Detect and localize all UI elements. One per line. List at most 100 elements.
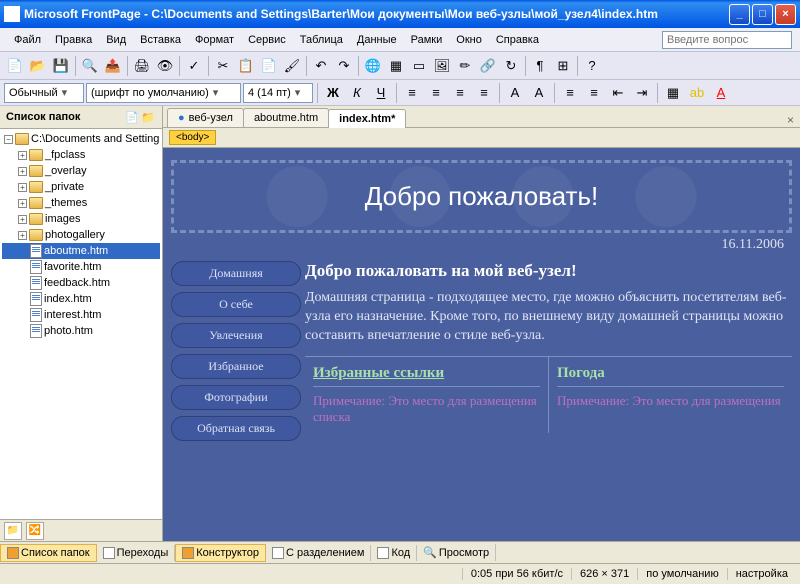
print-button[interactable]: 🖨	[131, 55, 153, 77]
formatting-toolbar: Обычный (шрифт по умолчанию) 4 (14 пт) Ж…	[0, 80, 800, 106]
underline-button[interactable]: Ч	[370, 82, 392, 104]
bold-button[interactable]: Ж	[322, 82, 344, 104]
menu-format[interactable]: Формат	[189, 32, 240, 48]
banner[interactable]: Добро пожаловать!	[171, 160, 792, 233]
show-all-button[interactable]: ¶	[529, 55, 551, 77]
web-component-button[interactable]: 🌐	[362, 55, 384, 77]
navigation-view-button[interactable]: 🔀	[26, 522, 44, 540]
view-preview[interactable]: 🔍Просмотр	[417, 544, 496, 561]
tag-breadcrumb: <body>	[163, 128, 800, 148]
help-search-input[interactable]	[662, 31, 792, 49]
paste-button[interactable]: 📄	[258, 55, 280, 77]
tab-close-button[interactable]: ×	[781, 113, 800, 127]
spell-button[interactable]: ✓	[183, 55, 205, 77]
weather-heading: Погода	[557, 365, 784, 382]
hyperlink-button[interactable]: 🔗	[477, 55, 499, 77]
preview-button[interactable]: 👁	[154, 55, 176, 77]
new-folder-icon[interactable]: 📁	[140, 109, 156, 125]
file-icon	[30, 244, 42, 258]
nav-about[interactable]: О себе	[171, 292, 301, 317]
copy-button[interactable]: 📋	[235, 55, 257, 77]
numbered-list-button[interactable]: ≡	[559, 82, 581, 104]
menu-view[interactable]: Вид	[100, 32, 132, 48]
menu-help[interactable]: Справка	[490, 32, 545, 48]
undo-button[interactable]: ↶	[310, 55, 332, 77]
nav-home[interactable]: Домашняя	[171, 261, 301, 286]
folder-icon	[29, 149, 43, 161]
tab-website[interactable]: ●веб-узел	[167, 108, 244, 127]
view-split[interactable]: С разделением	[266, 545, 372, 561]
save-button[interactable]: 💾	[50, 55, 72, 77]
minimize-button[interactable]: _	[729, 4, 750, 25]
folder-icon	[29, 165, 43, 177]
align-left-button[interactable]: ≡	[401, 82, 423, 104]
view-switcher: Список папок Переходы Конструктор С разд…	[0, 541, 800, 563]
layer-button[interactable]: ▭	[408, 55, 430, 77]
folder-icon	[29, 229, 43, 241]
design-canvas[interactable]: Добро пожаловать! 16.11.2006 Домашняя О …	[163, 148, 800, 541]
file-icon	[30, 292, 42, 306]
view-folder-list[interactable]: Список папок	[0, 544, 97, 562]
align-center-button[interactable]: ≡	[425, 82, 447, 104]
justify-button[interactable]: ≡	[473, 82, 495, 104]
maximize-button[interactable]: □	[752, 4, 773, 25]
table-button[interactable]: ▦	[385, 55, 407, 77]
menu-data[interactable]: Данные	[351, 32, 403, 48]
style-combo[interactable]: Обычный	[4, 83, 84, 103]
new-page-icon[interactable]: 📄	[124, 109, 140, 125]
view-design[interactable]: Конструктор	[175, 544, 266, 562]
decrease-font-button[interactable]: A	[528, 82, 550, 104]
highlight-button[interactable]: ab	[686, 82, 708, 104]
align-right-button[interactable]: ≡	[449, 82, 471, 104]
folder-tree[interactable]: −C:\Documents and Setting +_fpclass +_ov…	[0, 129, 162, 519]
menu-file[interactable]: Файл	[8, 32, 47, 48]
search-button[interactable]: 🔍	[79, 55, 101, 77]
italic-button[interactable]: К	[346, 82, 368, 104]
nav-interests[interactable]: Увлечения	[171, 323, 301, 348]
menu-table[interactable]: Таблица	[294, 32, 349, 48]
increase-indent-button[interactable]: ⇥	[631, 82, 653, 104]
favorites-heading[interactable]: Избранные ссылки	[313, 365, 540, 382]
redo-button[interactable]: ↷	[333, 55, 355, 77]
nav-feedback[interactable]: Обратная связь	[171, 416, 301, 441]
font-combo[interactable]: (шрифт по умолчанию)	[86, 83, 241, 103]
menu-window[interactable]: Окно	[450, 32, 488, 48]
menu-frames[interactable]: Рамки	[405, 32, 449, 48]
bulleted-list-button[interactable]: ≡	[583, 82, 605, 104]
menu-edit[interactable]: Правка	[49, 32, 98, 48]
borders-button[interactable]: ▦	[662, 82, 684, 104]
close-button[interactable]: ×	[775, 4, 796, 25]
open-button[interactable]: 📂	[27, 55, 49, 77]
nav-photos[interactable]: Фотографии	[171, 385, 301, 410]
refresh-button[interactable]: ↻	[500, 55, 522, 77]
sidebar-view-switch: 📁 🔀	[0, 519, 162, 541]
size-combo[interactable]: 4 (14 пт)	[243, 83, 313, 103]
new-button[interactable]: 📄	[4, 55, 26, 77]
body-tag[interactable]: <body>	[169, 130, 216, 145]
decrease-indent-button[interactable]: ⇤	[607, 82, 629, 104]
tab-aboutme[interactable]: aboutme.htm	[243, 108, 329, 127]
drawing-button[interactable]: ✏	[454, 55, 476, 77]
picture-button[interactable]: 🖼	[431, 55, 453, 77]
cut-button[interactable]: ✂	[212, 55, 234, 77]
nav-favorites[interactable]: Избранное	[171, 354, 301, 379]
view-navigation[interactable]: Переходы	[97, 545, 176, 561]
menu-tools[interactable]: Сервис	[242, 32, 292, 48]
folder-list-panel: Список папок 📄 📁 −C:\Documents and Setti…	[0, 106, 163, 541]
menubar: Файл Правка Вид Вставка Формат Сервис Та…	[0, 28, 800, 52]
tab-index[interactable]: index.htm*	[328, 109, 406, 128]
standard-toolbar: 📄 📂 💾 🔍 📤 🖨 👁 ✓ ✂ 📋 📄 🖌 ↶ ↷ 🌐 ▦ ▭ 🖼 ✏ 🔗 …	[0, 52, 800, 80]
weather-note: Примечание: Это место для размещения	[557, 386, 784, 409]
publish-button[interactable]: 📤	[102, 55, 124, 77]
folder-list-view-button[interactable]: 📁	[4, 522, 22, 540]
show-layout-button[interactable]: ⊞	[552, 55, 574, 77]
help-button[interactable]: ?	[581, 55, 603, 77]
menu-insert[interactable]: Вставка	[134, 32, 187, 48]
increase-font-button[interactable]: A	[504, 82, 526, 104]
format-painter-button[interactable]: 🖌	[281, 55, 303, 77]
title-text: Microsoft FrontPage - C:\Documents and S…	[24, 7, 729, 21]
page-heading: Добро пожаловать на мой веб-узел!	[305, 261, 792, 281]
font-color-button[interactable]: A	[710, 82, 732, 104]
view-code[interactable]: Код	[371, 545, 417, 561]
file-icon	[30, 260, 42, 274]
